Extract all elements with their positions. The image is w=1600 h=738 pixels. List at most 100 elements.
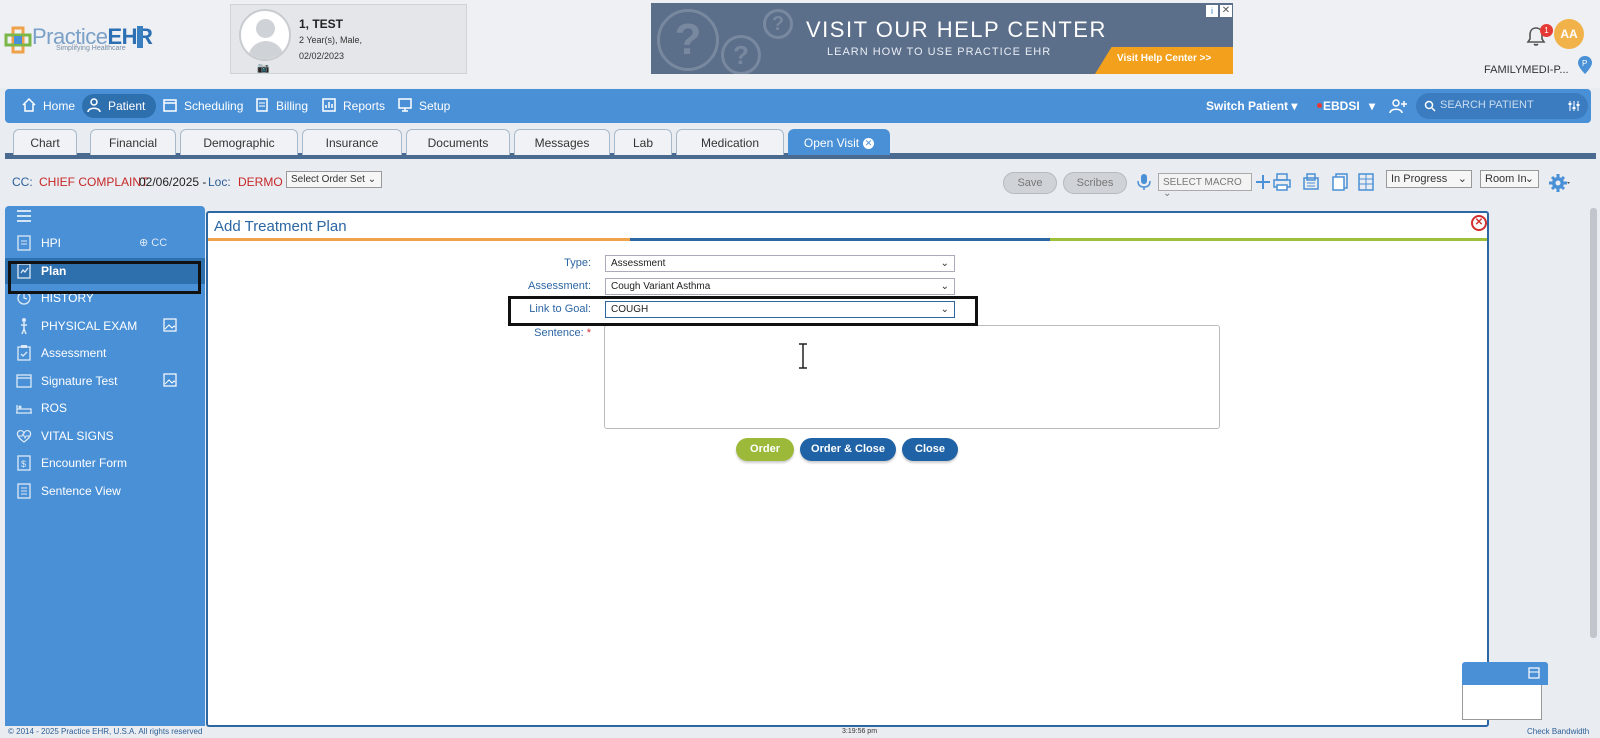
order-button[interactable]: Order: [736, 438, 794, 461]
cc-label: CC:: [12, 175, 33, 189]
search-placeholder: SEARCH PATIENT: [1440, 99, 1534, 111]
add-cc-button[interactable]: ⊕ CC: [139, 236, 167, 249]
bed-icon: [16, 405, 32, 414]
tab-demographic[interactable]: Demographic: [180, 129, 298, 155]
close-icon[interactable]: ✕: [1471, 215, 1487, 231]
gear-icon[interactable]: [1548, 171, 1572, 195]
nav-reports[interactable]: Reports: [317, 94, 389, 118]
copy-document-icon[interactable]: [1330, 172, 1350, 192]
stripe-green: [1050, 238, 1487, 241]
sidebar-item-physical-exam[interactable]: PHYSICAL EXAM: [5, 313, 205, 339]
camera-icon[interactable]: 📷: [257, 63, 269, 74]
patient-name[interactable]: 1, TEST: [299, 17, 343, 31]
filter-sliders-icon[interactable]: [1568, 100, 1580, 112]
sidebar-item-hpi[interactable]: HPI ⊕ CC: [5, 230, 205, 256]
person-icon: [21, 318, 27, 335]
clinic-name[interactable]: FAMILYMEDI-P...: [1484, 64, 1569, 76]
patient-card[interactable]: 📷 1, TEST 2 Year(s), Male, 02/02/2023: [230, 4, 467, 74]
chevron-down-icon: ⌄: [1163, 188, 1172, 199]
image-icon[interactable]: [163, 373, 177, 387]
help-center-ad[interactable]: ? ? ? VISIT OUR HELP CENTER LEARN HOW TO…: [651, 3, 1233, 74]
patient-avatar[interactable]: [239, 9, 291, 61]
nav-setup[interactable]: Setup: [393, 94, 455, 118]
window-icon: [16, 374, 32, 388]
chevron-down-icon: ⌄: [940, 258, 949, 269]
logo-bar: [137, 26, 143, 48]
visit-help-center-button[interactable]: Visit Help Center >>: [1095, 47, 1233, 74]
close-icon[interactable]: ✕: [863, 138, 875, 149]
switch-patient-dropdown[interactable]: Switch Patient ▾: [1206, 99, 1297, 113]
nav-billing[interactable]: Billing: [250, 94, 312, 118]
spreadsheet-icon[interactable]: [1356, 172, 1376, 192]
mini-panel-body: [1462, 685, 1542, 720]
image-icon[interactable]: [163, 318, 177, 332]
nav-setup-label: Setup: [419, 99, 451, 113]
menu-icon[interactable]: [17, 210, 31, 222]
practice-ehr-logo[interactable]: PracticeEHR Simplifying Healthcare: [4, 24, 153, 58]
type-label: Type:: [564, 257, 591, 269]
sidebar-item-encounter-form[interactable]: $ Encounter Form: [5, 450, 205, 476]
macro-value: SELECT MACRO: [1163, 177, 1242, 188]
dialog-title: Add Treatment Plan: [214, 218, 347, 235]
order-and-close-button[interactable]: Order & Close: [800, 438, 896, 461]
tab-financial[interactable]: Financial: [90, 129, 176, 155]
close-button[interactable]: Close: [902, 438, 958, 461]
location-value[interactable]: DERMO: [238, 175, 283, 189]
scrollbar[interactable]: [1590, 208, 1597, 638]
question-icon: ?: [657, 9, 719, 71]
visit-status-select[interactable]: In Progress ⌄: [1386, 170, 1472, 188]
nav-reports-label: Reports: [343, 99, 386, 113]
goal-highlight-box: [508, 296, 978, 326]
check-bandwidth-link[interactable]: Check Bandwidth: [1527, 727, 1589, 736]
tab-chart[interactable]: Chart: [13, 129, 77, 155]
search-patient-input[interactable]: SEARCH PATIENT: [1416, 93, 1588, 119]
location-pin-icon[interactable]: P: [1578, 56, 1592, 74]
plus-icon[interactable]: [1253, 172, 1273, 192]
sidebar-item-vital-signs[interactable]: VITAL SIGNS: [5, 423, 205, 449]
microphone-icon[interactable]: [1134, 172, 1154, 192]
chevron-down-icon: ▾: [1291, 99, 1298, 113]
scribes-button[interactable]: Scribes: [1063, 172, 1127, 194]
type-select[interactable]: Assessment ⌄: [605, 255, 955, 272]
tab-open-visit[interactable]: Open Visit ✕: [788, 129, 890, 155]
encounter-toolbar: CC: CHIEF COMPLAINT 02/06/2025 - Loc: DE…: [0, 165, 1600, 201]
ad-info-icon[interactable]: i: [1206, 5, 1218, 17]
mini-panel-header[interactable]: [1462, 662, 1548, 685]
tab-lab[interactable]: Lab: [614, 129, 672, 155]
save-button[interactable]: Save: [1003, 172, 1057, 194]
nav-scheduling-label: Scheduling: [184, 99, 244, 113]
nav-scheduling[interactable]: Scheduling: [158, 94, 244, 118]
facility-dropdown[interactable]: EBDSI ▾: [1323, 99, 1375, 113]
select-macro-dropdown[interactable]: SELECT MACRO ⌄: [1158, 173, 1252, 199]
sidebar-item-signature-test[interactable]: Signature Test: [5, 368, 205, 394]
sidebar-item-assessment[interactable]: Assessment: [5, 340, 205, 366]
expand-icon[interactable]: [1528, 667, 1540, 679]
order-set-select[interactable]: Select Order Set ⌄: [286, 171, 382, 188]
tab-open-visit-label: Open Visit: [803, 136, 860, 150]
fax-icon[interactable]: [1301, 172, 1321, 192]
sidebar-item-sentence-view[interactable]: Sentence View: [5, 478, 205, 504]
add-user-icon[interactable]: [1389, 98, 1407, 114]
room-select[interactable]: Room In ⌄: [1480, 170, 1539, 188]
ad-close-icon[interactable]: ✕: [1220, 5, 1232, 17]
tab-insurance[interactable]: Insurance: [302, 129, 402, 155]
user-avatar[interactable]: AA: [1554, 19, 1584, 49]
add-cc-label: CC: [151, 237, 168, 249]
nav-patient-label: Patient: [108, 99, 146, 113]
calendar-icon: [163, 99, 177, 112]
nav-home[interactable]: Home: [17, 94, 83, 118]
tab-messages[interactable]: Messages: [514, 129, 610, 155]
hpi-icon: [17, 235, 31, 251]
facility-label: EBDSI: [1323, 99, 1360, 113]
status-dot: [1317, 103, 1322, 108]
sentence-textarea[interactable]: [604, 325, 1220, 429]
tab-documents[interactable]: Documents: [406, 129, 510, 155]
sidebar-item-ros[interactable]: ROS: [5, 395, 205, 421]
chevron-down-icon: ⌄: [940, 281, 949, 292]
print-icon[interactable]: [1272, 172, 1292, 192]
tab-medication[interactable]: Medication: [676, 129, 784, 155]
assessment-select[interactable]: Cough Variant Asthma ⌄: [605, 278, 955, 295]
order-set-value: Select Order Set: [291, 174, 365, 185]
nav-patient[interactable]: Patient: [82, 94, 156, 118]
chief-complaint[interactable]: CHIEF COMPLAINT: [39, 175, 148, 189]
